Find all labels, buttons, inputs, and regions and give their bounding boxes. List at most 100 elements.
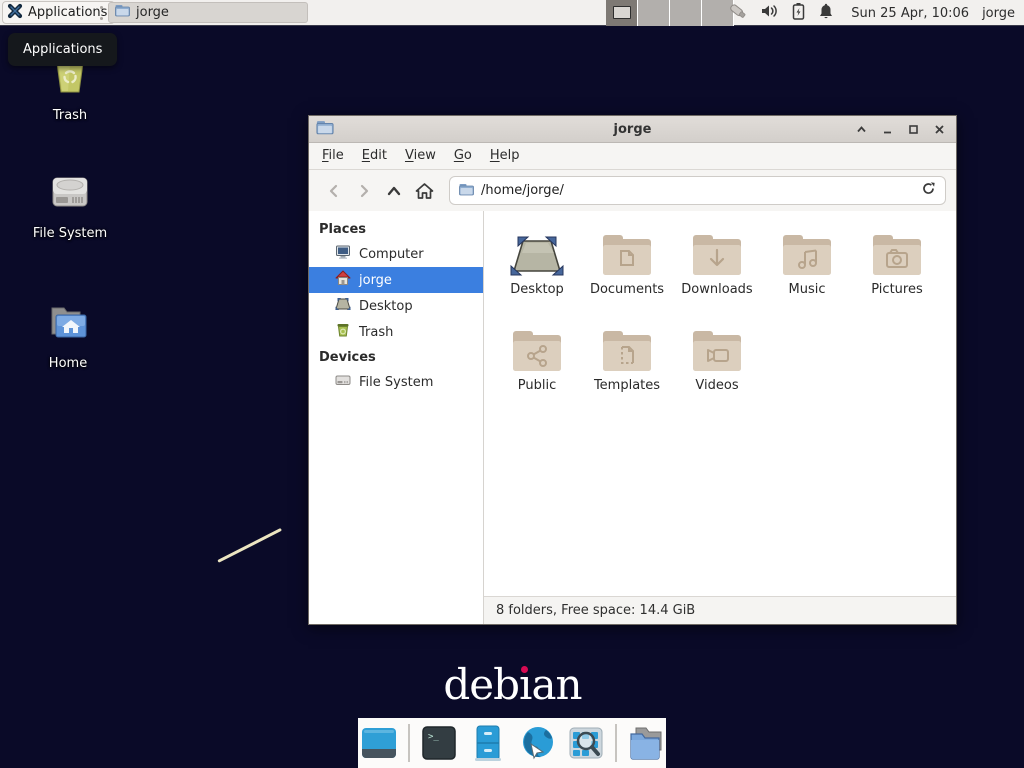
bottom-dock: >_ [358, 718, 666, 768]
templates-folder-icon [582, 321, 672, 375]
svg-text:>_: >_ [428, 732, 439, 742]
window-controls [852, 120, 956, 138]
system-tray: Sun 25 Apr, 10:06 jorge [728, 0, 1024, 26]
workspace-1[interactable] [606, 0, 638, 26]
folder-item-videos[interactable]: Videos [672, 321, 762, 415]
desktop-icon [335, 296, 351, 316]
notifications-bell-icon[interactable] [818, 3, 834, 24]
folder-item-pictures[interactable]: Pictures [852, 225, 942, 319]
sidebar-item-label: Desktop [359, 299, 413, 314]
file-manager-launcher[interactable] [468, 723, 508, 763]
input-device-icon[interactable] [728, 2, 748, 24]
volume-icon[interactable] [761, 3, 779, 23]
videos-folder-icon [672, 321, 762, 375]
folder-item-downloads[interactable]: Downloads [672, 225, 762, 319]
desktop-icon-label: Home [18, 356, 118, 371]
desktop-icon-file-system[interactable]: File System [20, 168, 120, 241]
menu-help[interactable]: Help [481, 143, 529, 169]
folder-label: Public [492, 378, 582, 393]
folder-item-music[interactable]: Music [762, 225, 852, 319]
back-button[interactable] [321, 177, 347, 205]
forward-button[interactable] [351, 177, 377, 205]
folder-label: Music [762, 282, 852, 297]
folders-icon [626, 724, 666, 762]
folder-label: Desktop [492, 282, 582, 297]
window-titlebar[interactable]: jorge [309, 116, 956, 143]
applications-menu-button[interactable]: Applications [2, 1, 115, 24]
pictures-folder-icon [852, 225, 942, 279]
menu-go[interactable]: Go [445, 143, 481, 169]
application-finder-launcher[interactable] [566, 723, 606, 763]
sidebar-item-trash[interactable]: Trash [309, 319, 483, 345]
folder-label: Templates [582, 378, 672, 393]
trash-small-icon [335, 322, 351, 342]
sidebar-item-label: Computer [359, 247, 424, 262]
dock-separator [615, 724, 617, 762]
hard-drive-icon [46, 168, 94, 216]
clock[interactable]: Sun 25 Apr, 10:06 [851, 6, 969, 21]
debian-wordmark: debıan [420, 660, 605, 709]
desktop-icon-label: File System [20, 226, 120, 241]
minimize-button[interactable] [878, 120, 896, 138]
shade-button[interactable] [852, 120, 870, 138]
dock-separator [408, 724, 410, 762]
up-button[interactable] [381, 177, 407, 205]
status-text: 8 folders, Free space: 14.4 GiB [496, 603, 695, 618]
home-button[interactable] [411, 177, 437, 205]
sidebar-item-desktop[interactable]: Desktop [309, 293, 483, 319]
terminal-icon: >_ [420, 724, 458, 762]
desktop-icon-home[interactable]: Home [18, 298, 118, 371]
sidebar-item-file-system[interactable]: File System [309, 369, 483, 395]
terminal-launcher[interactable]: >_ [419, 723, 459, 763]
desktop-icon-label: Trash [20, 108, 120, 123]
close-button[interactable] [930, 120, 948, 138]
sidebar-item-home-jorge[interactable]: jorge [309, 267, 483, 293]
wallpaper-swirl-line [217, 528, 282, 563]
folder-label: Pictures [852, 282, 942, 297]
folder-label: Videos [672, 378, 762, 393]
logo-letter-i: ı [519, 660, 531, 709]
sidebar-item-computer[interactable]: Computer [309, 241, 483, 267]
maximize-button[interactable] [904, 120, 922, 138]
status-bar: 8 folders, Free space: 14.4 GiB [484, 596, 956, 624]
folder-item-desktop[interactable]: Desktop [492, 225, 582, 319]
directory-menu-launcher[interactable] [626, 723, 666, 763]
location-bar[interactable]: /home/jorge/ [449, 176, 946, 205]
home-folder-icon [44, 298, 92, 346]
downloads-folder-icon [672, 225, 762, 279]
username-indicator[interactable]: jorge [982, 6, 1015, 21]
folder-item-documents[interactable]: Documents [582, 225, 672, 319]
folder-item-templates[interactable]: Templates [582, 321, 672, 415]
menu-file[interactable]: File [313, 143, 353, 169]
location-path[interactable]: /home/jorge/ [481, 183, 914, 198]
logo-text-prefix: deb [443, 660, 519, 709]
workspace-2[interactable] [638, 0, 670, 26]
music-folder-icon [762, 225, 852, 279]
menu-edit[interactable]: Edit [353, 143, 396, 169]
computer-icon [335, 244, 351, 264]
taskbar-folder-icon [115, 4, 130, 21]
sidebar-places-header: Places [309, 217, 483, 241]
sidebar: Places Computer [309, 211, 484, 624]
drive-small-icon [335, 372, 351, 392]
home-icon [335, 270, 351, 290]
folder-item-public[interactable]: Public [492, 321, 582, 415]
menu-view[interactable]: View [396, 143, 445, 169]
sidebar-item-label: Trash [359, 325, 393, 340]
desktop-special-icon [492, 225, 582, 279]
web-browser-globe-icon [518, 724, 556, 762]
show-desktop-button[interactable] [359, 723, 399, 763]
file-manager-window: jorge File Edit View Go Help [308, 115, 957, 625]
web-browser-launcher[interactable] [517, 723, 557, 763]
menu-bar: File Edit View Go Help [309, 143, 956, 170]
logo-text-suffix: an [531, 660, 581, 709]
file-cabinet-icon [469, 724, 507, 762]
taskbar-window-button[interactable]: jorge [108, 2, 308, 23]
battery-charging-icon[interactable] [792, 2, 805, 24]
folder-label: Documents [582, 282, 672, 297]
workspace-3[interactable] [670, 0, 702, 26]
workspace-switcher[interactable] [606, 0, 734, 26]
application-finder-icon [567, 724, 605, 762]
reload-icon[interactable] [921, 181, 936, 200]
folder-view[interactable]: Desktop Documents [484, 211, 956, 596]
